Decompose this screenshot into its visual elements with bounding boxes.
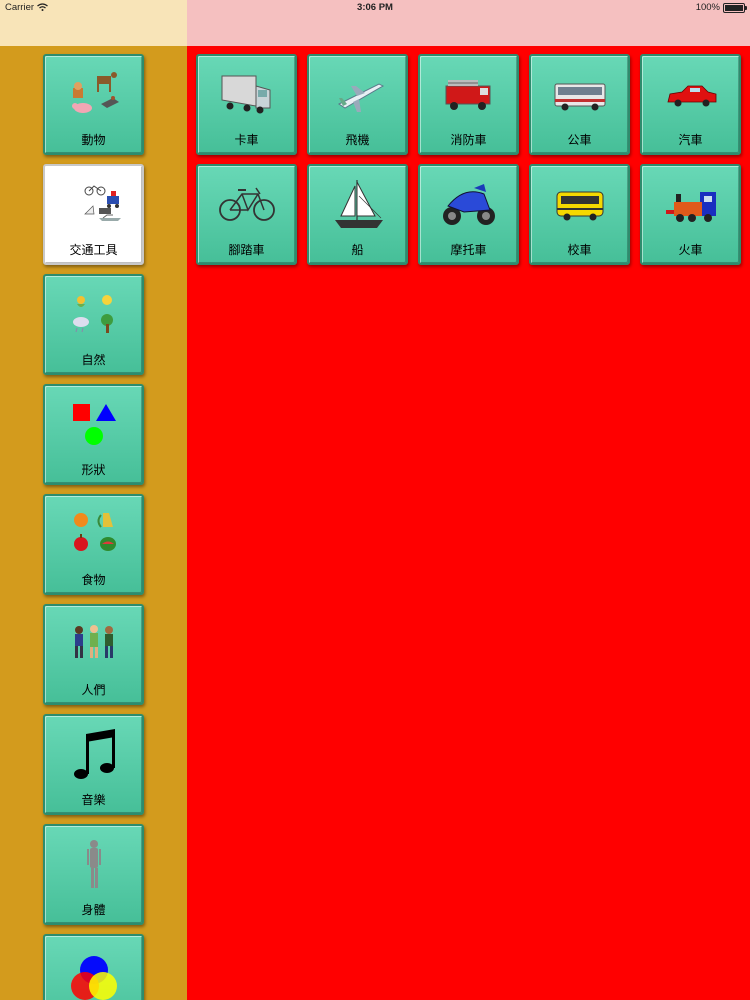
- airplane-icon: [338, 83, 385, 112]
- category-label: 音樂: [81, 793, 106, 807]
- battery-icon: [723, 3, 747, 13]
- word-label: 校車: [567, 243, 592, 257]
- nature-icon: [73, 295, 113, 333]
- category-tile-music[interactable]: 音樂: [43, 714, 144, 815]
- clock-time: 3:06 PM: [357, 2, 393, 13]
- word-tile-sailboat[interactable]: 船: [307, 164, 408, 265]
- body-icon: [87, 840, 101, 888]
- motorcycle-icon: [443, 184, 495, 225]
- word-label: 汽車: [678, 133, 703, 147]
- category-label: 動物: [81, 133, 106, 147]
- status-bar: Carrier 3:06 PM 100%: [0, 0, 750, 46]
- category-tile-colors[interactable]: [43, 934, 144, 1000]
- word-tile-truck[interactable]: 卡車: [196, 54, 297, 155]
- sailboat-icon: [335, 180, 383, 228]
- music-note-icon: [74, 729, 115, 779]
- category-tile-shapes[interactable]: 形狀: [43, 384, 144, 485]
- color-circles-icon: [71, 956, 117, 1000]
- category-label: 自然: [81, 353, 106, 367]
- category-label: 食物: [81, 573, 106, 587]
- word-tile-motorcycle[interactable]: 摩托車: [418, 164, 519, 265]
- shapes-icon: [73, 404, 116, 445]
- food-icon: [74, 513, 116, 551]
- category-sidebar[interactable]: 動物 交通工具 自然 形狀 食物 人們 音樂 身體: [0, 46, 187, 1000]
- fire-truck-icon: [445, 80, 491, 110]
- word-label: 消防車: [450, 133, 487, 147]
- word-label: 火車: [678, 243, 703, 257]
- transport-icon: [84, 185, 121, 221]
- category-tile-body[interactable]: 身體: [43, 824, 144, 925]
- people-icon: [75, 625, 113, 658]
- word-tile-car[interactable]: 汽車: [640, 54, 741, 155]
- train-icon: [666, 192, 716, 222]
- car-icon: [667, 85, 717, 107]
- animals-icon: [72, 72, 119, 113]
- word-tile-bus[interactable]: 公車: [529, 54, 630, 155]
- category-label: 交通工具: [69, 243, 118, 257]
- truck-icon: [221, 75, 271, 114]
- word-label: 卡車: [234, 133, 259, 147]
- battery-percentage: 100%: [695, 2, 720, 13]
- category-label: 形狀: [81, 463, 106, 477]
- word-tile-train[interactable]: 火車: [640, 164, 741, 265]
- bicycle-icon: [219, 187, 275, 221]
- word-tile-fire-truck[interactable]: 消防車: [418, 54, 519, 155]
- word-label: 公車: [567, 133, 592, 147]
- word-label: 船: [351, 243, 364, 257]
- category-tile-animals[interactable]: 動物: [43, 54, 144, 155]
- category-tile-food[interactable]: 食物: [43, 494, 144, 595]
- category-tile-people[interactable]: 人們: [43, 604, 144, 705]
- category-tile-transport[interactable]: 交通工具: [43, 164, 144, 265]
- category-tile-nature[interactable]: 自然: [43, 274, 144, 375]
- word-label: 飛機: [345, 133, 370, 147]
- word-tile-bicycle[interactable]: 腳踏車: [196, 164, 297, 265]
- category-label: 身體: [81, 903, 106, 917]
- bus-icon: [554, 83, 606, 111]
- category-label: 人們: [81, 683, 106, 697]
- word-tile-airplane[interactable]: 飛機: [307, 54, 408, 155]
- word-label: 腳踏車: [228, 243, 265, 257]
- vocabulary-grid: 卡車 飛機 消防車 公車 汽車 腳踏車 船 摩托車 校車 火車: [187, 46, 750, 1000]
- word-tile-school-bus[interactable]: 校車: [529, 164, 630, 265]
- word-label: 摩托車: [450, 243, 487, 257]
- school-bus-icon: [556, 191, 604, 221]
